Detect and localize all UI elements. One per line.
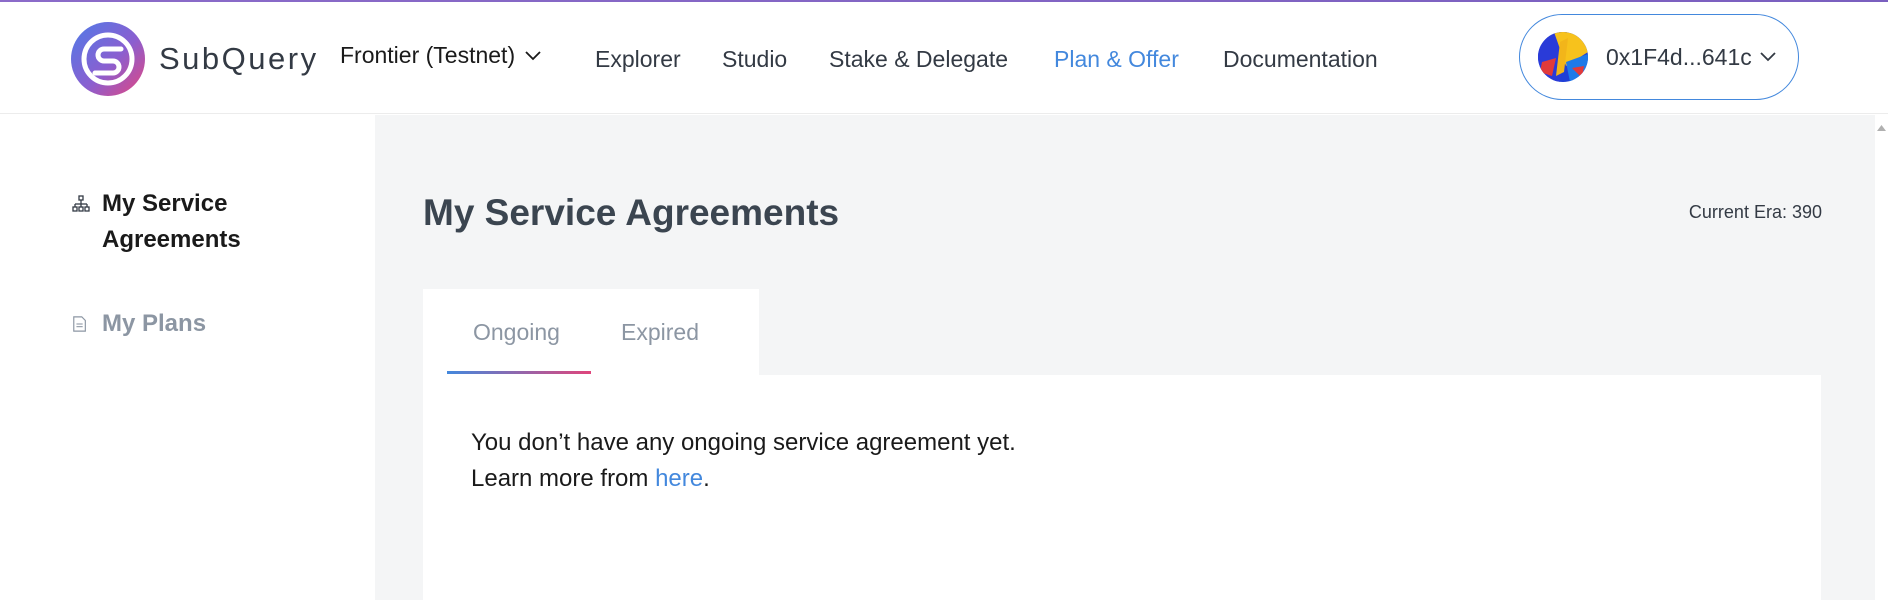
- document-icon: [73, 316, 86, 332]
- wallet-account-button[interactable]: 0x1F4d...641c: [1519, 14, 1799, 100]
- current-era-label: Current Era: 390: [1688, 202, 1822, 222]
- nav-studio[interactable]: Studio: [722, 46, 787, 73]
- chevron-down-icon: [525, 50, 541, 60]
- nav-documentation[interactable]: Documentation: [1223, 46, 1378, 73]
- nav-plan-offer[interactable]: Plan & Offer: [1054, 46, 1179, 73]
- nav-stake-delegate[interactable]: Stake & Delegate: [829, 46, 1008, 73]
- empty-message-line1: You don’t have any ongoing service agree…: [471, 429, 1016, 456]
- network-selector[interactable]: Frontier (Testnet): [340, 42, 541, 69]
- agreement-tabs: Ongoing Expired: [423, 289, 759, 375]
- empty-state-panel: You don’t have any ongoing service agree…: [423, 375, 1821, 615]
- brand-name: SubQuery: [159, 41, 319, 76]
- page-title: My Service Agreements: [423, 192, 840, 233]
- sidebar-item-my-service-agreements[interactable]: My Service Agreements: [72, 186, 262, 258]
- main-content: My Service Agreements Current Era: 390 O…: [375, 115, 1875, 615]
- subquery-logo-icon: [71, 22, 145, 96]
- tab-expired[interactable]: Expired: [621, 319, 699, 346]
- active-tab-indicator: [447, 371, 591, 374]
- top-header: SubQuery Frontier (Testnet) Explorer Stu…: [0, 2, 1888, 114]
- nav-explorer[interactable]: Explorer: [595, 46, 681, 73]
- network-label: Frontier (Testnet): [340, 42, 516, 68]
- learn-more-prefix: Learn more from: [471, 465, 656, 492]
- learn-more-link[interactable]: here: [655, 465, 703, 492]
- sidebar-item-my-plans[interactable]: My Plans: [72, 306, 206, 342]
- learn-more-suffix: .: [703, 465, 710, 492]
- brand-logo[interactable]: SubQuery: [71, 22, 319, 96]
- empty-message-line2: Learn more from here.: [471, 461, 1016, 497]
- empty-state-message: You don’t have any ongoing service agree…: [471, 425, 1016, 497]
- wallet-avatar: [1538, 32, 1588, 82]
- scrollbar-up-arrow-icon[interactable]: [1875, 122, 1888, 134]
- sidebar-item-label: My Service Agreements: [102, 190, 241, 253]
- chevron-down-icon: [1760, 52, 1776, 62]
- sidebar: My Service Agreements My Plans: [0, 115, 375, 600]
- wallet-address: 0x1F4d...641c: [1606, 43, 1752, 70]
- sidebar-item-label: My Plans: [102, 310, 207, 337]
- hierarchy-icon: [72, 195, 90, 212]
- tab-ongoing[interactable]: Ongoing: [473, 319, 560, 346]
